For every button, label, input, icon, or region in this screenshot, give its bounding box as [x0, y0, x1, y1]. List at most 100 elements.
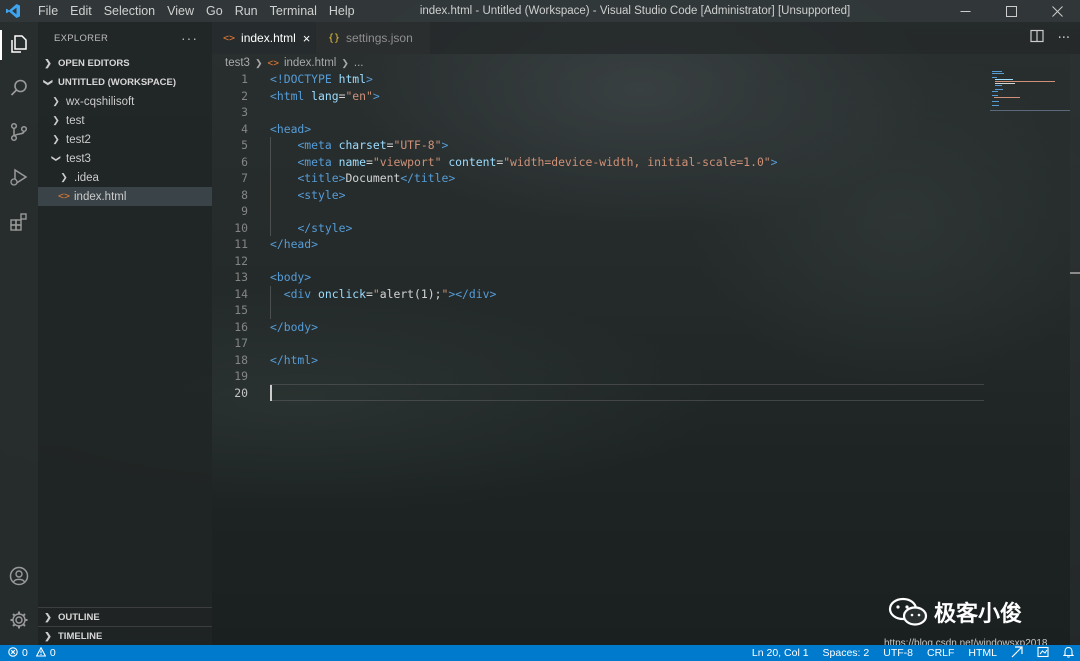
breadcrumb-file[interactable]: index.html: [284, 57, 336, 69]
minimap[interactable]: [990, 71, 1070, 111]
code-line-19: 19: [212, 368, 1068, 385]
line-number: 16: [234, 319, 248, 334]
feedback-icon[interactable]: [1037, 646, 1049, 661]
tab-settings-json[interactable]: {} settings.json: [316, 22, 430, 54]
code-line-13: 13 <body>: [212, 269, 1068, 286]
tree-item-label: .idea: [74, 171, 99, 184]
menu-terminal[interactable]: Terminal: [264, 4, 323, 18]
tree-item-label: test: [66, 114, 85, 127]
line-number: 12: [234, 253, 248, 268]
code-line-9: 9: [212, 203, 1068, 220]
code-line-6: 6 <meta name="viewport" content="width=d…: [212, 154, 1068, 171]
chevron-right-icon: ❯: [341, 57, 349, 68]
outline-section[interactable]: ❯ OUTLINE: [38, 607, 212, 627]
tree-item-index-html[interactable]: <> index.html: [38, 187, 212, 206]
timeline-section[interactable]: ❯ TIMELINE: [38, 626, 212, 646]
line-number: 18: [234, 352, 248, 367]
line-number: 14: [234, 286, 248, 301]
tab-bar: <> index.html × {} settings.json ···: [212, 22, 1080, 54]
indentation[interactable]: Spaces: 2: [823, 647, 870, 659]
breadcrumb-symbols[interactable]: ...: [354, 57, 364, 69]
activity-bar: [0, 22, 38, 645]
tree-item-test2[interactable]: ❯ test2: [38, 130, 212, 149]
code-line-20: 20: [212, 385, 1068, 402]
scrollbar-cursor-marker: [1070, 272, 1080, 274]
tree-item-idea[interactable]: ❯ .idea: [38, 168, 212, 187]
end-of-line[interactable]: CRLF: [927, 647, 954, 659]
menu-help[interactable]: Help: [323, 4, 361, 18]
text-caret: [270, 385, 272, 401]
code-line-14: 14 <div onclick="alert(1);"></div>: [212, 286, 1068, 303]
menu-go[interactable]: Go: [200, 4, 229, 18]
code-line-15: 15: [212, 302, 1068, 319]
line-number: 1: [241, 72, 248, 87]
code-line-18: 18 </html>: [212, 352, 1068, 369]
chevron-right-icon: ❯: [60, 172, 68, 182]
cursor-position[interactable]: Ln 20, Col 1: [752, 647, 809, 659]
chevron-right-icon: ❯: [44, 612, 52, 622]
tab-label: settings.json: [346, 31, 413, 45]
code-line-17: 17: [212, 335, 1068, 352]
chevron-right-icon: ❯: [52, 96, 60, 106]
outline-label: OUTLINE: [58, 612, 100, 623]
tab-index-html[interactable]: <> index.html ×: [212, 22, 315, 54]
menu-run[interactable]: Run: [229, 4, 264, 18]
indent-guide: [270, 137, 271, 236]
more-actions-icon[interactable]: ···: [181, 30, 198, 46]
open-editors-section[interactable]: ❯ OPEN EDITORS: [38, 54, 212, 73]
tree-item-test3[interactable]: ❯ test3: [38, 149, 212, 168]
breadcrumb-folder[interactable]: test3: [225, 57, 250, 69]
minimize-button[interactable]: [942, 0, 988, 22]
problems-indicator[interactable]: 0 0: [0, 646, 56, 660]
vertical-scrollbar[interactable]: [1070, 54, 1080, 645]
tree-item-label: wx-cqshilisoft: [66, 95, 135, 108]
line-number: 19: [234, 369, 248, 384]
close-tab-icon[interactable]: ×: [303, 31, 311, 46]
code-line-8: 8 <style>: [212, 187, 1068, 204]
status-bar: 0 0 Ln 20, Col 1 Spaces: 2 UTF-8 CRLF HT…: [0, 645, 1080, 661]
watermark-brand: 极客小俊: [934, 602, 1023, 627]
split-editor-icon[interactable]: [1029, 29, 1044, 47]
menu-selection[interactable]: Selection: [98, 4, 161, 18]
menu-file[interactable]: File: [32, 4, 64, 18]
menu-view[interactable]: View: [161, 4, 200, 18]
line-number: 5: [241, 138, 248, 153]
tree-item-label: test3: [66, 152, 91, 165]
html-file-icon: <>: [267, 57, 279, 69]
tree-item-label: index.html: [74, 190, 127, 203]
run-debug-icon[interactable]: [5, 163, 33, 191]
workspace-section[interactable]: ❯ UNTITLED (WORKSPACE): [38, 73, 212, 92]
close-window-button[interactable]: [1034, 0, 1080, 22]
chevron-right-icon: ❯: [52, 134, 60, 144]
notifications-bell-icon[interactable]: [1062, 646, 1075, 661]
tree-item-test[interactable]: ❯ test: [38, 111, 212, 130]
title-bar: File Edit Selection View Go Run Terminal…: [0, 0, 1080, 22]
maximize-button[interactable]: [988, 0, 1034, 22]
line-number: 17: [234, 336, 248, 351]
source-control-icon[interactable]: [5, 118, 33, 146]
encoding[interactable]: UTF-8: [883, 647, 913, 659]
line-number: 8: [241, 187, 248, 202]
live-share-icon[interactable]: [1011, 645, 1023, 661]
settings-gear-icon[interactable]: [5, 606, 33, 634]
timeline-label: TIMELINE: [58, 631, 103, 642]
code-line-12: 12: [212, 253, 1068, 270]
explorer-icon[interactable]: [5, 30, 33, 58]
menu-edit[interactable]: Edit: [64, 4, 98, 18]
chevron-right-icon: ❯: [44, 631, 52, 641]
more-actions-icon[interactable]: ···: [1058, 31, 1070, 46]
tree-item-wx-cqshilisoft[interactable]: ❯ wx-cqshilisoft: [38, 92, 212, 111]
extensions-icon[interactable]: [5, 208, 33, 236]
code-line-1: 1 <!DOCTYPE html>: [212, 71, 1068, 88]
line-number: 6: [241, 154, 248, 169]
search-icon[interactable]: [5, 74, 33, 102]
language-mode[interactable]: HTML: [968, 647, 997, 659]
vscode-logo-icon: [2, 0, 24, 22]
code-line-4: 4 <head>: [212, 121, 1068, 138]
account-icon[interactable]: [5, 562, 33, 590]
error-icon: [8, 646, 18, 660]
code-line-2: 2 <html lang="en">: [212, 88, 1068, 105]
indent-guide: [270, 285, 271, 319]
code-editor[interactable]: 1 <!DOCTYPE html> 2 <html lang="en"> 3 4…: [212, 71, 1068, 645]
code-line-16: 16 </body>: [212, 319, 1068, 336]
